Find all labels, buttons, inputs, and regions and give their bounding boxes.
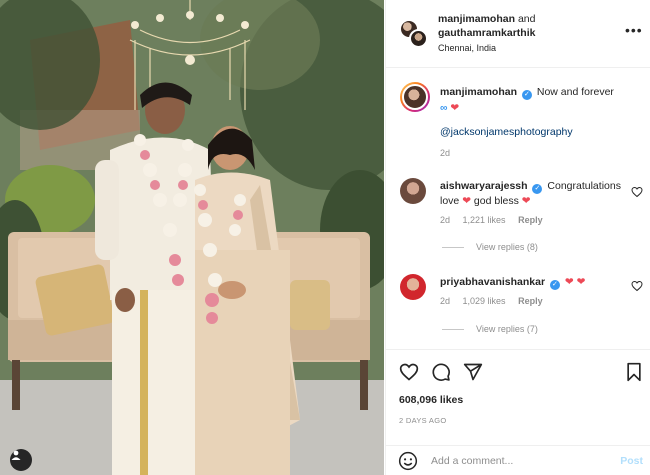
divider — [442, 328, 464, 330]
comment-time: 2d — [440, 215, 451, 225]
avatar — [409, 29, 428, 48]
avatar[interactable] — [400, 82, 430, 112]
caption-text: manjimamohan ✓ Now and forever ∞ ❤ — [440, 84, 630, 116]
heart-emoji: ❤ — [450, 102, 460, 114]
author-link[interactable]: manjimamohan — [438, 13, 515, 25]
infinity-emoji: ∞ — [440, 102, 448, 114]
comment-likes[interactable]: 1,221 likes — [463, 215, 506, 225]
view-replies-button[interactable]: View replies (7) — [442, 324, 538, 334]
comment-username[interactable]: priyabhavanishankar — [440, 276, 545, 288]
comment-likes[interactable]: 1,029 likes — [463, 296, 506, 306]
comment-meta: 2d 1,029 likes Reply — [440, 296, 553, 306]
author-joiner: and — [517, 13, 536, 25]
post-date: 2 DAYS AGO — [399, 416, 447, 425]
add-comment-bar: Post — [386, 445, 650, 475]
view-replies-button[interactable]: View replies (8) — [442, 242, 538, 252]
caption-body: Now and forever — [536, 86, 614, 98]
location-link[interactable]: Chennai, India — [438, 43, 496, 53]
bookmark-icon[interactable] — [624, 362, 644, 382]
tagged-users-button[interactable] — [10, 449, 32, 471]
share-icon[interactable] — [463, 362, 483, 382]
view-replies-label: View replies (8) — [476, 242, 538, 252]
post-side-panel: manjimamohan and gauthamramkarthik Chenn… — [385, 0, 650, 475]
heart-emoji: ❤ — [564, 276, 574, 288]
heart-emoji: ❤ — [576, 276, 586, 288]
comment-text: aishwaryarajessh ✓ Congratulations love … — [440, 179, 625, 209]
comment-text: priyabhavanishankar ✓ ❤ ❤ — [440, 275, 625, 290]
post-actions: 608,096 likes 2 DAYS AGO — [386, 349, 650, 435]
verified-badge-icon: ✓ — [549, 280, 560, 290]
heart-icon[interactable] — [399, 362, 419, 382]
heart-icon[interactable] — [631, 186, 643, 198]
comment-body: god bless — [473, 195, 519, 207]
collab-avatars[interactable] — [400, 20, 428, 48]
author-link[interactable]: gauthamramkarthik — [438, 27, 535, 39]
wedding-photo-illustration — [0, 0, 384, 475]
person-icon — [11, 450, 21, 460]
comment-meta: 2d 1,221 likes Reply — [440, 215, 553, 225]
more-options-button[interactable]: ••• — [625, 23, 642, 40]
post-photo[interactable] — [0, 0, 384, 475]
verified-badge-icon: ✓ — [521, 90, 532, 100]
emoji-icon[interactable] — [398, 451, 418, 471]
avatar[interactable] — [400, 274, 426, 300]
reply-button[interactable]: Reply — [518, 296, 543, 306]
view-replies-label: View replies (7) — [476, 324, 538, 334]
verified-badge-icon: ✓ — [532, 184, 543, 194]
mention-link[interactable]: @jacksonjamesphotography — [440, 126, 573, 138]
comment-input[interactable] — [431, 453, 601, 469]
divider — [442, 246, 464, 248]
comment-username[interactable]: aishwaryarajessh — [440, 180, 528, 192]
post-comment-button[interactable]: Post — [620, 455, 643, 467]
comment-time: 2d — [440, 296, 451, 306]
heart-icon[interactable] — [631, 280, 643, 292]
caption-time: 2d — [440, 148, 451, 158]
post-authors: manjimamohan and gauthamramkarthik — [438, 12, 618, 40]
comment-icon[interactable] — [431, 362, 451, 382]
heart-emoji: ❤ — [462, 195, 471, 207]
caption-username[interactable]: manjimamohan — [440, 86, 517, 98]
avatar[interactable] — [400, 178, 426, 204]
more-horizontal-icon: ••• — [625, 22, 643, 38]
heart-emoji: ❤ — [521, 195, 531, 207]
post-header: manjimamohan and gauthamramkarthik Chenn… — [386, 0, 650, 68]
reply-button[interactable]: Reply — [518, 215, 543, 225]
likes-count[interactable]: 608,096 likes — [399, 394, 463, 406]
